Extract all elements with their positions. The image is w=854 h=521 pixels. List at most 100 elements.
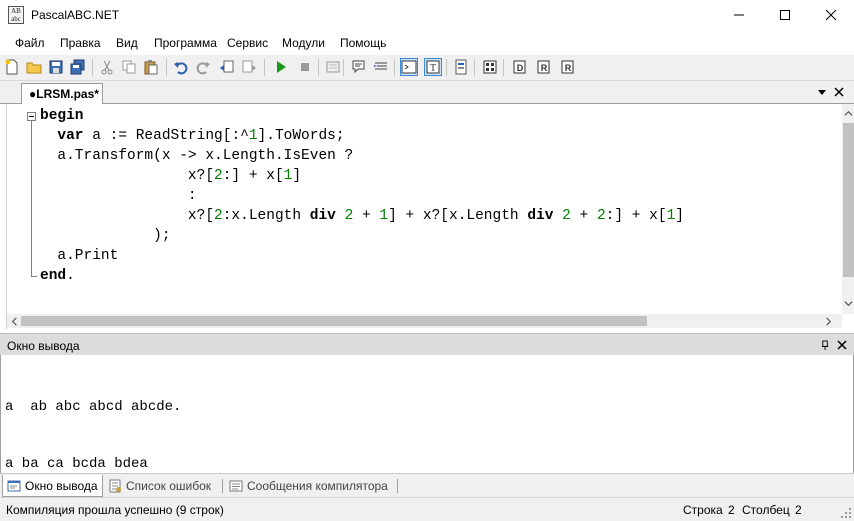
console-icon xyxy=(401,60,417,74)
app-icon: AB abc xyxy=(8,6,24,24)
scroll-thumb[interactable] xyxy=(21,316,647,326)
close-panel-button[interactable] xyxy=(835,338,849,352)
maximize-icon xyxy=(780,10,790,20)
toolbar-separator xyxy=(446,59,447,76)
console-toggle-button[interactable] xyxy=(400,58,418,76)
text-mode-toggle-button[interactable]: T xyxy=(424,58,442,76)
scroll-right-button[interactable] xyxy=(822,315,834,327)
tab-lrsm-pas[interactable]: ●LRSM.pas* xyxy=(21,83,103,105)
comment-icon xyxy=(352,60,365,74)
code-editor[interactable]: begin var a := ReadString[:^1].ToWords; … xyxy=(6,104,854,329)
tab-error-list[interactable]: Список ошибок xyxy=(104,475,215,497)
options-icon xyxy=(455,59,467,75)
run-button[interactable] xyxy=(272,58,290,76)
menu-modules[interactable]: Модули xyxy=(282,36,325,50)
paste-button[interactable] xyxy=(142,58,160,76)
redo-button[interactable] xyxy=(194,58,212,76)
chevron-down-icon xyxy=(843,300,853,306)
svg-text:R: R xyxy=(565,63,572,73)
open-folder-icon xyxy=(26,62,42,74)
step-into-icon: R xyxy=(537,60,550,74)
code-line: x?[2:x.Length div 2 + 1] + x?[x.Length d… xyxy=(40,208,684,224)
save-all-button[interactable] xyxy=(69,58,87,76)
new-file-button[interactable] xyxy=(3,58,21,76)
step-over-icon: D xyxy=(513,60,526,74)
navigate-forward-button[interactable] xyxy=(240,58,258,76)
close-button[interactable] xyxy=(808,0,854,30)
code-line: : xyxy=(40,188,197,204)
scroll-thumb[interactable] xyxy=(843,123,854,277)
uncomment-button[interactable] xyxy=(372,58,390,76)
svg-text:D: D xyxy=(517,63,524,73)
stop-button[interactable] xyxy=(296,58,314,76)
title-bar: AB abc PascalABC.NET xyxy=(0,0,854,30)
stop-icon xyxy=(301,63,309,71)
output-panel-header: Окно вывода xyxy=(0,333,854,355)
copy-icon xyxy=(122,60,136,74)
menu-file[interactable]: Файл xyxy=(15,36,45,50)
status-bar: Компиляция прошла успешно (9 строк) Стро… xyxy=(0,497,854,521)
watch-button[interactable] xyxy=(481,58,499,76)
pin-icon xyxy=(821,340,828,350)
close-tab-button[interactable] xyxy=(832,85,846,99)
step-out-button[interactable]: R xyxy=(558,58,576,76)
save-button[interactable] xyxy=(47,58,65,76)
comment-button[interactable] xyxy=(350,58,368,76)
output-window-icon xyxy=(7,480,21,491)
output-panel-title: Окно вывода xyxy=(7,339,80,353)
redo-icon xyxy=(196,62,210,75)
maximize-button[interactable] xyxy=(762,0,808,30)
output-window[interactable]: a ab abc abcd abcde. a ba ca bcda bdea xyxy=(0,355,854,473)
line-label: Строка xyxy=(683,503,723,517)
step-into-button[interactable]: R xyxy=(534,58,552,76)
options-button[interactable] xyxy=(452,58,470,76)
navigate-back-button[interactable] xyxy=(218,58,236,76)
menu-service[interactable]: Сервис xyxy=(227,36,268,50)
toolbar-separator xyxy=(264,59,265,76)
resize-grip-icon[interactable] xyxy=(840,507,852,519)
menu-program[interactable]: Программа xyxy=(154,36,217,50)
menu-edit[interactable]: Правка xyxy=(60,36,101,50)
close-icon xyxy=(837,340,847,350)
scroll-left-button[interactable] xyxy=(8,315,20,327)
open-button[interactable] xyxy=(25,58,43,76)
toolbar-separator xyxy=(166,59,167,76)
copy-button[interactable] xyxy=(120,58,138,76)
minimize-button[interactable] xyxy=(716,0,762,30)
code-text[interactable]: begin var a := ReadString[:^1].ToWords; … xyxy=(40,106,684,286)
menu-help[interactable]: Помощь xyxy=(340,36,386,50)
code-line: a.Transform(x -> x.Length.IsEven ? xyxy=(40,148,354,164)
navigate-forward-icon xyxy=(242,60,256,73)
undo-button[interactable] xyxy=(172,58,190,76)
cut-button[interactable] xyxy=(98,58,116,76)
editor-horizontal-scrollbar[interactable] xyxy=(7,314,842,328)
code-line: a.Print xyxy=(40,248,119,264)
cut-icon xyxy=(101,60,113,75)
output-line: a ba ca bcda bdea xyxy=(5,456,148,472)
tab-separator xyxy=(222,479,223,493)
close-icon xyxy=(834,87,844,97)
code-line: begin xyxy=(40,108,84,124)
column-value: 2 xyxy=(795,503,802,517)
pin-button[interactable] xyxy=(818,338,832,352)
toolbar-separator xyxy=(503,59,504,76)
toolbar-separator xyxy=(474,59,475,76)
chevron-down-icon xyxy=(818,90,826,95)
fold-toggle[interactable] xyxy=(27,112,36,121)
undo-icon xyxy=(174,62,188,75)
scroll-up-button[interactable] xyxy=(842,107,854,119)
save-all-icon xyxy=(70,59,85,75)
tab-compiler-messages[interactable]: Сообщения компилятора xyxy=(225,475,392,497)
menu-view[interactable]: Вид xyxy=(116,36,138,50)
line-value: 2 xyxy=(728,503,735,517)
step-button[interactable] xyxy=(324,58,342,76)
tab-list-button[interactable] xyxy=(815,85,829,99)
editor-tab-strip: ●LRSM.pas* xyxy=(0,81,854,105)
bottom-tab-strip: Окно вывода Список ошибок Сообщения комп… xyxy=(0,473,854,497)
fold-line xyxy=(31,121,32,276)
step-over-button[interactable]: D xyxy=(510,58,528,76)
svg-text:R: R xyxy=(541,63,548,73)
editor-vertical-scrollbar[interactable] xyxy=(842,104,854,314)
tab-output-window[interactable]: Окно вывода xyxy=(2,475,103,497)
scroll-down-button[interactable] xyxy=(842,297,854,309)
